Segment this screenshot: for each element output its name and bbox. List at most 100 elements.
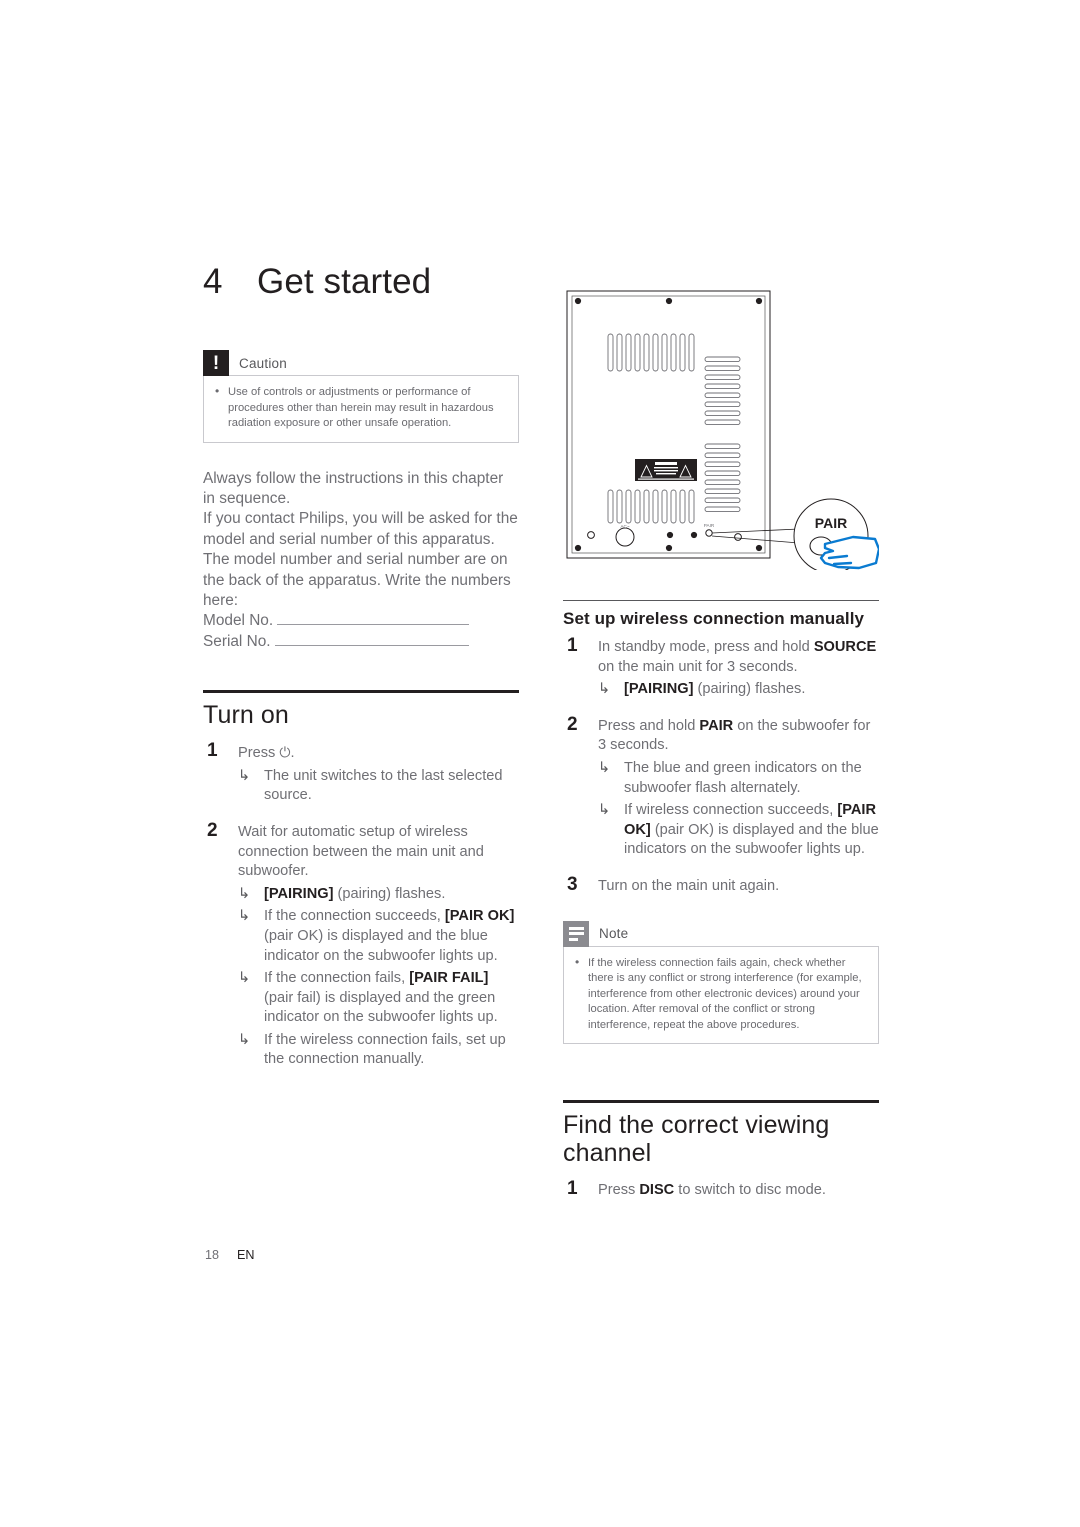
- result-code: [PAIRING]: [624, 681, 694, 698]
- intro-paragraph-2: If you contact Philips, you will be aske…: [203, 510, 518, 609]
- step-lead: Turn on the main unit again.: [598, 877, 780, 894]
- model-number-label: Model No.: [203, 612, 274, 630]
- caution-label: Caution: [239, 355, 287, 371]
- note-body: If the wireless connection fails again, …: [563, 945, 879, 1045]
- model-number-line: Model No.: [203, 611, 519, 631]
- result-arrow-icon: ↳: [238, 970, 251, 987]
- step-item: Press and hold PAIR on the subwoofer for…: [563, 715, 879, 860]
- step-item: In standby mode, press and hold SOURCE o…: [563, 636, 879, 700]
- intro-paragraph-1: Always follow the instructions in this c…: [203, 469, 504, 507]
- result-arrow-icon: ↳: [598, 759, 611, 776]
- result-lead: If wireless connection succeeds,: [624, 802, 838, 819]
- caution-plate: [635, 459, 697, 481]
- result-arrow-icon: ↳: [238, 1031, 251, 1048]
- caution-list: Use of controls or adjustments or perfor…: [214, 384, 508, 432]
- power-icon: ⏻: [279, 744, 291, 761]
- result-code: [PAIR OK]: [444, 908, 515, 925]
- chapter-name: Get started: [257, 262, 432, 301]
- result-lead: If the wireless connection fails, set up…: [264, 1031, 506, 1068]
- model-number-blank: [277, 611, 470, 626]
- page-footer: 18 EN: [205, 1248, 255, 1262]
- list-item: Use of controls or adjustments or perfor…: [214, 384, 508, 432]
- exclamation-glyph: !: [212, 352, 220, 374]
- step-rest: on the main unit for 3 seconds.: [598, 658, 798, 675]
- serial-number-label: Serial No.: [203, 632, 271, 650]
- result-lead: If the connection fails,: [264, 970, 410, 987]
- list-item: If the wireless connection fails again, …: [574, 955, 868, 1034]
- result-item: ↳ The unit switches to the last selected…: [238, 767, 519, 806]
- step-item: Press DISC to switch to disc mode.: [563, 1179, 879, 1201]
- result-text: The unit switches to the last selected s…: [264, 767, 503, 804]
- result-text: (pair OK) is displayed and the blue indi…: [624, 821, 879, 858]
- step-item: Turn on the main unit again.: [563, 875, 879, 897]
- result-arrow-icon: ↳: [598, 681, 611, 698]
- step-results: ↳ The blue and green indicators on the s…: [598, 759, 879, 860]
- footer-page-number: 18: [205, 1248, 220, 1262]
- caution-callout: ! Caution Use of controls or adjustments…: [203, 350, 519, 443]
- result-code: [PAIRING]: [264, 885, 334, 902]
- step-text-tail: .: [290, 745, 295, 762]
- section-heading-turn-on: Turn on: [203, 701, 289, 730]
- result-text: (pairing) flashes.: [333, 885, 446, 902]
- result-item: ↳ The blue and green indicators on the s…: [598, 759, 879, 798]
- section-turn-on: Turn on Press ⏻. ↳ The unit switches to …: [203, 690, 519, 1070]
- note-label: Note: [599, 926, 629, 942]
- serial-number-blank: [274, 632, 469, 646]
- section-viewing-channel: Find the correct viewing channel Press D…: [563, 1100, 879, 1201]
- step-key: PAIR: [699, 717, 734, 734]
- caution-header: ! Caution: [203, 350, 519, 376]
- note-lines-glyph: [568, 926, 584, 941]
- section-wireless-manual: Set up wireless connection manually In s…: [563, 600, 879, 897]
- result-arrow-icon: ↳: [238, 908, 251, 925]
- manual-page: 4 Get started ! Caution Use of controls …: [0, 0, 1080, 1527]
- result-text: (pairing) flashes.: [693, 681, 806, 698]
- result-item: ↳ If the connection fails, [PAIR FAIL] (…: [238, 969, 519, 1028]
- step-item: Wait for automatic setup of wireless con…: [203, 821, 519, 1070]
- section-divider: [563, 600, 879, 601]
- step-text-lead: Press: [238, 745, 280, 762]
- step-lead: Press: [598, 1182, 640, 1199]
- step-text: Wait for automatic setup of wireless con…: [238, 823, 484, 880]
- note-callout: Note If the wireless connection fails ag…: [563, 920, 879, 1045]
- step-lead: In standby mode, press and hold: [598, 639, 814, 655]
- right-column: Set up wireless connection manually In s…: [563, 600, 879, 1201]
- result-item: ↳ [PAIRING] (pairing) flashes.: [238, 885, 519, 905]
- result-lead: The blue and green indicators on the sub…: [624, 759, 862, 796]
- result-lead: If the connection succeeds,: [264, 908, 445, 925]
- caution-icon: !: [203, 350, 229, 376]
- pair-port-label: PAIR: [704, 523, 715, 528]
- section-divider: [203, 690, 519, 694]
- caution-body: Use of controls or adjustments or perfor…: [203, 375, 519, 443]
- viewing-channel-steps: Press DISC to switch to disc mode.: [563, 1179, 879, 1201]
- left-column: 4 Get started ! Caution Use of controls …: [203, 262, 519, 1070]
- result-arrow-icon: ↳: [238, 885, 251, 902]
- step-results: ↳ [PAIRING] (pairing) flashes.: [598, 680, 879, 700]
- subwoofer-rear-panel-illustration: AC~ PAIR PAIR: [563, 287, 879, 570]
- result-item: ↳ If the connection succeeds, [PAIR OK] …: [238, 907, 519, 966]
- step-key: DISC: [639, 1182, 675, 1199]
- pair-callout-label: PAIR: [815, 515, 847, 531]
- serial-number-line: Serial No.: [203, 632, 519, 652]
- note-list: If the wireless connection fails again, …: [574, 955, 868, 1034]
- result-arrow-icon: ↳: [238, 767, 251, 784]
- step-item: Press ⏻. ↳ The unit switches to the last…: [203, 741, 519, 806]
- wireless-manual-steps: In standby mode, press and hold SOURCE o…: [563, 636, 879, 897]
- step-key: SOURCE: [813, 639, 877, 655]
- section-divider: [563, 1100, 879, 1104]
- step-rest: to switch to disc mode.: [674, 1182, 826, 1199]
- note-icon: [563, 920, 589, 947]
- result-code: [PAIR FAIL]: [409, 970, 489, 987]
- result-text: (pair fail) is displayed and the green i…: [264, 989, 498, 1026]
- result-item: ↳ If wireless connection succeeds, [PAIR…: [598, 801, 879, 860]
- step-results: ↳ The unit switches to the last selected…: [238, 767, 519, 806]
- turn-on-steps: Press ⏻. ↳ The unit switches to the last…: [203, 741, 519, 1070]
- result-item: ↳ [PAIRING] (pairing) flashes.: [598, 680, 879, 700]
- note-header: Note: [563, 920, 879, 947]
- result-item: ↳ If the wireless connection fails, set …: [238, 1031, 519, 1070]
- step-results: ↳ [PAIRING] (pairing) flashes. ↳ If the …: [238, 885, 519, 1070]
- section-heading-viewing-channel: Find the correct viewing channel: [563, 1111, 830, 1168]
- step-lead: Press and hold: [598, 717, 700, 734]
- footer-language: EN: [237, 1248, 255, 1262]
- result-text: (pair OK) is displayed and the blue indi…: [264, 927, 498, 964]
- page-title: 4 Get started: [203, 262, 519, 302]
